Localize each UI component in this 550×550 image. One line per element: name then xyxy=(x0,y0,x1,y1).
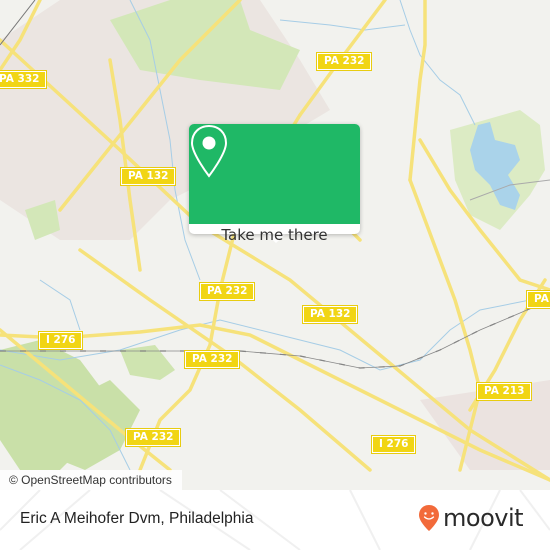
road-label-pa232: PA 232 xyxy=(198,282,256,301)
map-view[interactable]: PA 332 PA 232 PA 132 PA 232 PA 132 I 276… xyxy=(0,0,550,490)
map-attribution[interactable]: © OpenStreetMap contributors xyxy=(0,470,182,490)
take-me-there-popup[interactable]: Take me there xyxy=(189,124,360,244)
brand-name: moovit xyxy=(443,504,524,532)
stream xyxy=(279,19,406,31)
stream xyxy=(39,279,81,331)
map-canvas xyxy=(0,0,550,482)
place-title: Eric A Meihofer Dvm, Philadelphia xyxy=(20,510,254,527)
stream xyxy=(399,0,476,126)
take-me-there-button[interactable]: Take me there xyxy=(189,226,360,244)
stream xyxy=(0,294,550,371)
road-label-pa132: PA 132 xyxy=(301,305,359,324)
moovit-smiley-pin-icon xyxy=(419,505,439,531)
road-label-i276: I 276 xyxy=(370,435,417,454)
road-label-pa213: PA 213 xyxy=(475,382,533,401)
road-label-pa332: PA 332 xyxy=(0,70,48,89)
moovit-logo[interactable]: moovit xyxy=(418,502,524,534)
road-label-pa232: PA 232 xyxy=(315,52,373,71)
road-north-south xyxy=(408,0,427,182)
road-label-pa: PA xyxy=(526,290,550,309)
road-label-pa232: PA 232 xyxy=(124,428,182,447)
footer-bar: Eric A Meihofer Dvm, Philadelphia moovit xyxy=(0,490,550,550)
popup-header[interactable] xyxy=(189,124,360,224)
park-area xyxy=(120,345,175,380)
map-pin-icon xyxy=(190,124,228,178)
road-label-pa132: PA 132 xyxy=(119,167,177,186)
road-label-pa232: PA 232 xyxy=(183,350,241,369)
road-label-i276: I 276 xyxy=(37,331,84,350)
